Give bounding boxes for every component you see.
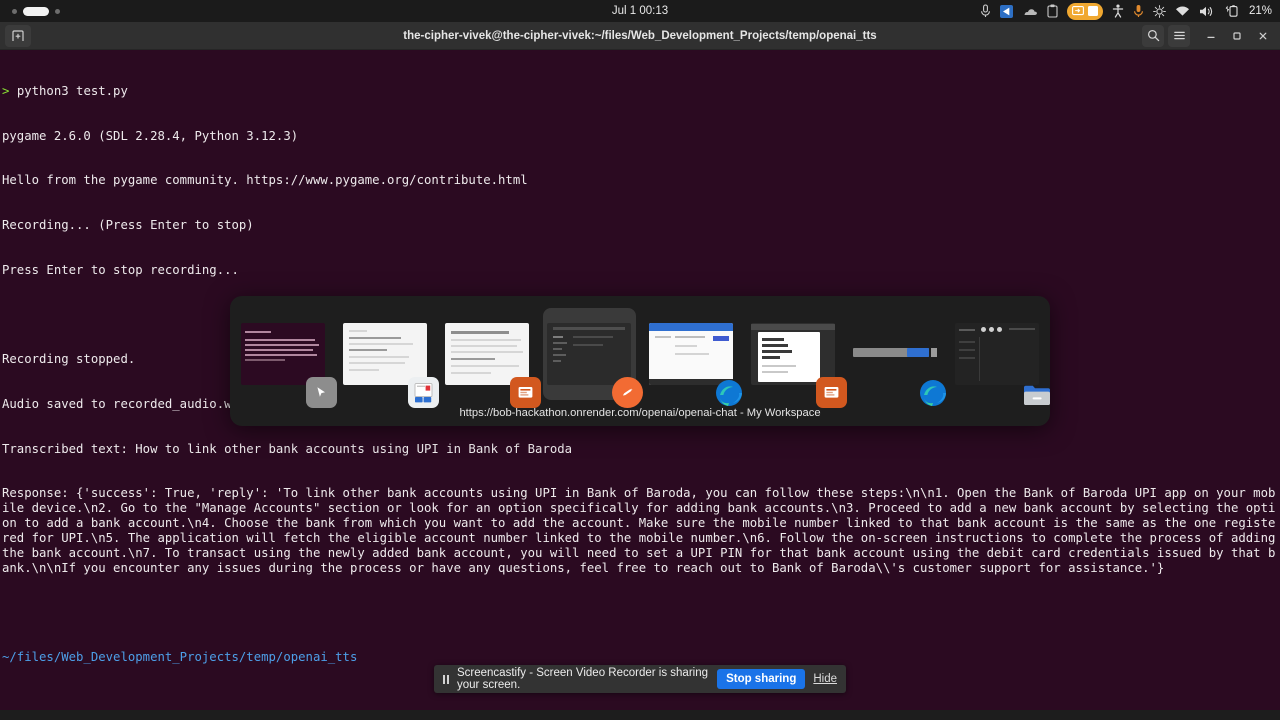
desktop-bottom-strip xyxy=(0,710,1280,720)
screenshare-badge[interactable] xyxy=(1066,2,1103,20)
switcher-item-presentation-window[interactable] xyxy=(747,308,847,408)
pause-icon[interactable] xyxy=(443,674,449,684)
cursor-badge-icon xyxy=(305,377,337,408)
terminal-line-0: > python3 test.py xyxy=(2,83,128,98)
terminal-prompt-symbol: > xyxy=(2,83,17,98)
thumbnail-preview xyxy=(343,323,427,385)
libreoffice-impress-icon xyxy=(509,377,541,408)
switcher-item-editor-window[interactable] xyxy=(542,308,643,408)
libreoffice-impress-icon xyxy=(815,377,847,408)
window-switcher-thumbnails xyxy=(237,304,1050,408)
wifi-icon[interactable] xyxy=(1175,0,1190,22)
postman-icon xyxy=(611,377,643,408)
terminal-line-4: Press Enter to stop recording... xyxy=(2,262,239,277)
mic-recording-icon[interactable] xyxy=(1133,0,1144,22)
system-tray: 21% xyxy=(980,0,1272,22)
night-light-icon[interactable] xyxy=(1153,0,1166,22)
hide-button[interactable]: Hide xyxy=(813,673,837,685)
desktop-screen: Jul 1 00:13 21% the-cipher-vivek@the-cip… xyxy=(0,0,1280,720)
screen-sharing-notification: Screencastify - Screen Video Recorder is… xyxy=(434,665,846,693)
thumbnail-preview xyxy=(547,323,631,385)
edge-icon xyxy=(714,377,745,408)
terminal-line-3: Recording... (Press Enter to stop) xyxy=(2,217,254,232)
switcher-item-browser-window-2[interactable] xyxy=(849,308,946,406)
battery-percent: 21% xyxy=(1248,5,1272,17)
window-controls xyxy=(1142,24,1274,47)
thumbnail-preview xyxy=(649,323,733,385)
minimize-button[interactable] xyxy=(1200,25,1222,47)
terminal-line-2: Hello from the pygame community. https:/… xyxy=(2,173,528,188)
window-switcher[interactable]: https://bob-hackathon.onrender.com/opena… xyxy=(230,296,1050,426)
thumbnail-preview xyxy=(955,323,1039,385)
window-switcher-caption: https://bob-hackathon.onrender.com/opena… xyxy=(459,407,821,419)
terminal-line-blank-2 xyxy=(0,606,1280,621)
thumbnail-preview xyxy=(751,323,835,385)
switcher-item-terminal-window[interactable] xyxy=(237,308,337,408)
vscode-icon[interactable] xyxy=(999,0,1013,22)
switcher-item-file-manager-window[interactable] xyxy=(951,308,1050,405)
new-tab-button[interactable] xyxy=(5,24,31,47)
thumbnail-preview xyxy=(445,323,529,385)
close-button[interactable] xyxy=(1252,25,1274,47)
terminal-line-8: Transcribed text: How to link other bank… xyxy=(2,441,573,456)
thumbnail-preview xyxy=(241,323,325,385)
files-icon xyxy=(1022,379,1053,410)
menu-icon[interactable] xyxy=(1168,24,1190,47)
accessibility-icon[interactable] xyxy=(1112,0,1124,22)
switcher-item-browser-window[interactable] xyxy=(645,308,742,406)
window-title: the-cipher-vivek@the-cipher-vivek:~/file… xyxy=(403,29,877,42)
top-panel: Jul 1 00:13 21% xyxy=(0,0,1280,22)
edge-icon xyxy=(918,377,949,408)
cloud-icon[interactable] xyxy=(1022,0,1038,22)
stop-sharing-button[interactable]: Stop sharing xyxy=(717,669,806,689)
thumbnail-preview xyxy=(853,323,937,385)
window-titlebar[interactable]: the-cipher-vivek@the-cipher-vivek:~/file… xyxy=(0,22,1280,50)
search-icon[interactable] xyxy=(1142,24,1164,47)
switcher-item-document-window-2[interactable] xyxy=(441,308,541,408)
switcher-item-document-window[interactable] xyxy=(339,308,439,408)
battery-icon[interactable] xyxy=(1223,0,1239,22)
clipboard-icon[interactable] xyxy=(1047,0,1058,22)
terminal-path-line: ~/files/Web_Development_Projects/temp/op… xyxy=(2,650,358,665)
microphone-icon[interactable] xyxy=(980,0,991,22)
maximize-button[interactable] xyxy=(1226,25,1248,47)
volume-icon[interactable] xyxy=(1199,0,1214,22)
sharing-message: Screencastify - Screen Video Recorder is… xyxy=(457,667,708,691)
stop-recording-icon[interactable] xyxy=(1087,6,1098,16)
terminal-line-1: pygame 2.6.0 (SDL 2.28.4, Python 3.12.3) xyxy=(2,128,299,143)
terminal-response-line: Response: {'success': True, 'reply': 'To… xyxy=(2,486,1276,575)
pdf-reader-icon xyxy=(407,377,439,408)
